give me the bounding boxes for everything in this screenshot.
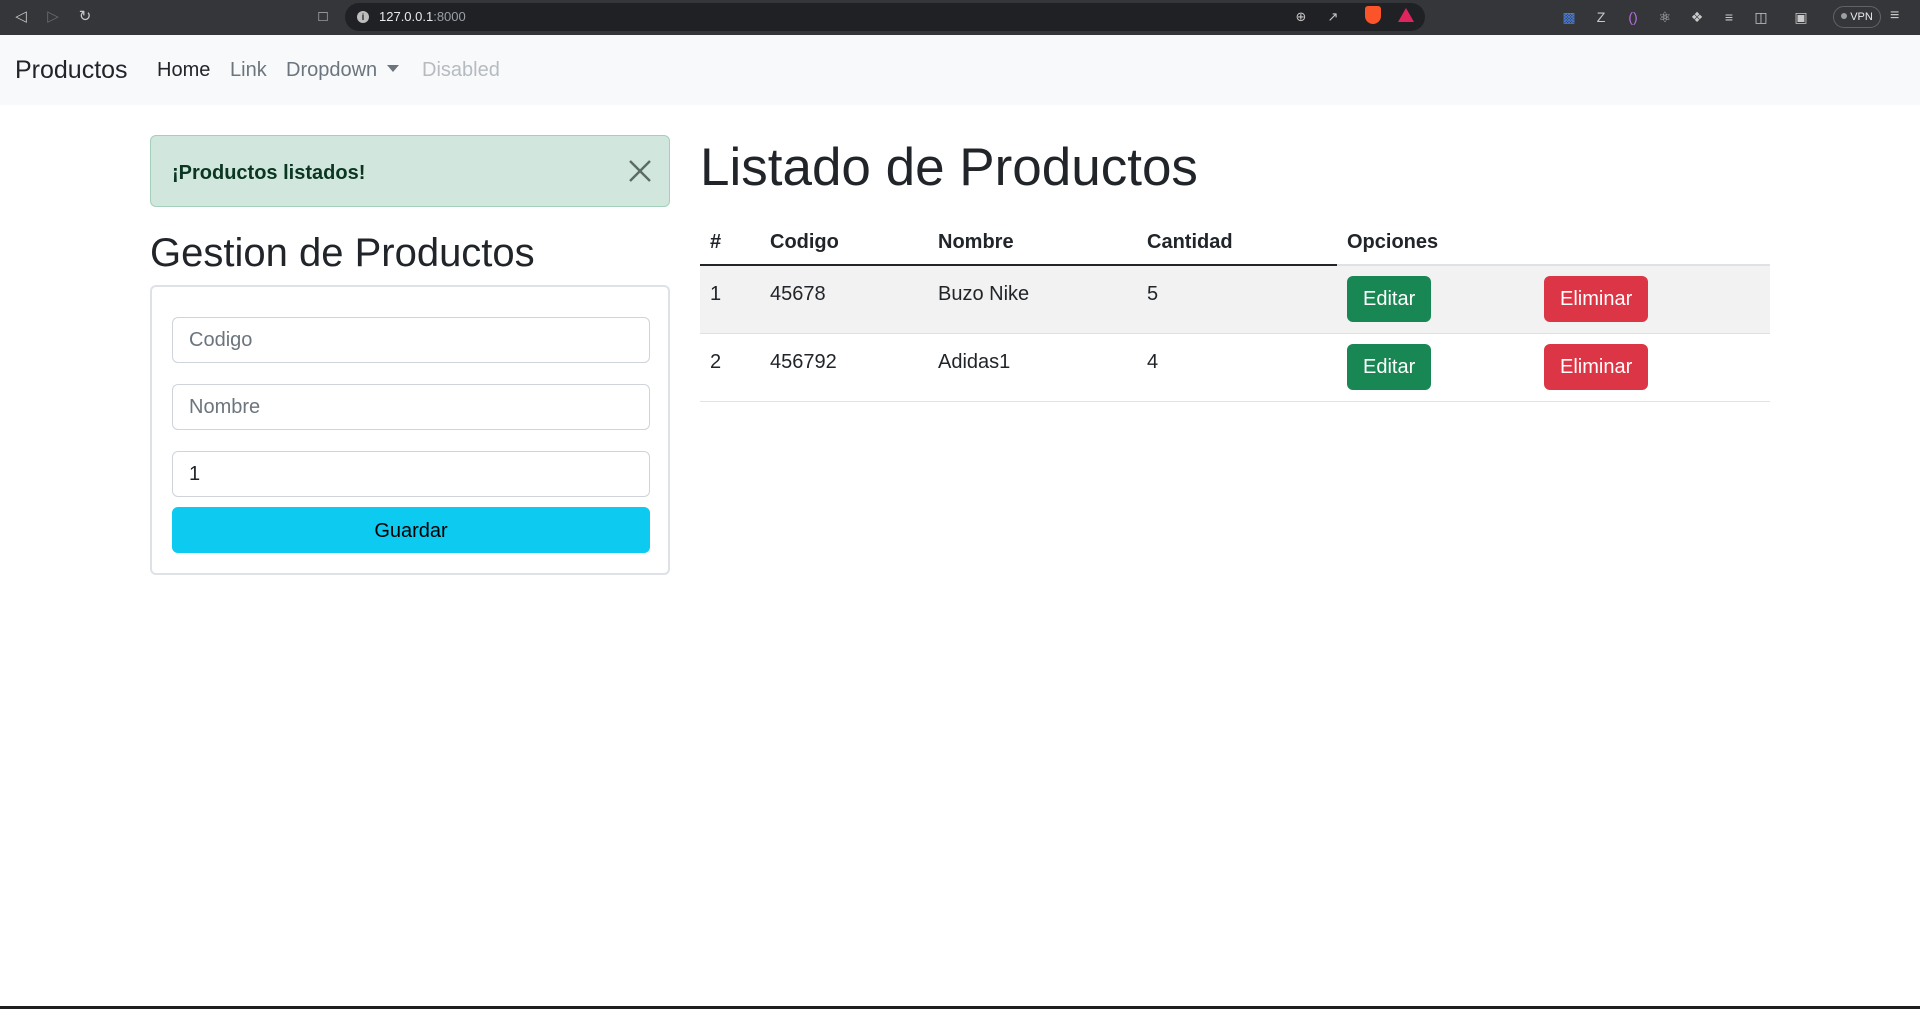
- navbar-brand[interactable]: Productos: [15, 55, 128, 85]
- browser-toolbar: ◁ ▷ ↻ □ i 127.0.0.1:8000 ⊕ ↗ ▩ Z () ⚛ ❖ …: [0, 0, 1920, 35]
- wallet-icon[interactable]: ▣: [1792, 8, 1810, 26]
- zotero-extension-icon[interactable]: Z: [1592, 8, 1610, 26]
- app-navbar: Productos Home Link Dropdown Disabled: [0, 35, 1920, 105]
- row-codigo: 45678: [770, 283, 826, 305]
- delete-button[interactable]: Eliminar: [1544, 343, 1649, 390]
- sidebar-toggle-icon[interactable]: ◫: [1752, 8, 1770, 26]
- alert-message: ¡Productos listados!: [172, 162, 366, 184]
- table-cell: 4: [1137, 333, 1337, 402]
- column-header-cantidad: Cantidad: [1137, 220, 1337, 266]
- table-cell: Editar: [1337, 333, 1534, 402]
- table-cell: 5: [1137, 265, 1337, 334]
- table-cell: Editar: [1337, 265, 1534, 334]
- bookmark-icon[interactable]: □: [314, 8, 332, 26]
- table-cell: Buzo Nike: [928, 265, 1137, 334]
- forward-icon[interactable]: ▷: [44, 8, 62, 26]
- cantidad-input[interactable]: [172, 451, 650, 497]
- codigo-input[interactable]: [172, 317, 650, 363]
- back-icon[interactable]: ◁: [12, 8, 30, 26]
- table-row: 2 456792 Adidas1 4 Editar Eliminar: [700, 333, 1770, 402]
- column-header-codigo: Codigo: [760, 220, 928, 266]
- column-header-opciones: Opciones: [1337, 220, 1534, 266]
- vpn-button[interactable]: VPN: [1833, 6, 1881, 28]
- table-cell: Adidas1: [928, 333, 1137, 402]
- brave-shields-icon[interactable]: [1365, 6, 1381, 24]
- close-icon: [629, 160, 651, 182]
- reading-list-icon[interactable]: ≡: [1720, 8, 1738, 26]
- nav-link-link[interactable]: Link: [230, 58, 267, 82]
- form-title: Gestion de Productos: [150, 231, 535, 275]
- row-nombre: Buzo Nike: [938, 283, 1030, 305]
- table-cell: Eliminar: [1534, 265, 1770, 334]
- table-header-row: # Codigo Nombre Cantidad Opciones: [700, 220, 1770, 266]
- alert-close-button[interactable]: [627, 158, 653, 184]
- nav-link-disabled: Disabled: [422, 59, 500, 81]
- column-header-nombre: Nombre: [928, 220, 1137, 266]
- brave-rewards-icon[interactable]: [1398, 8, 1414, 22]
- table-cell: 1: [700, 265, 760, 334]
- guardar-button[interactable]: Guardar: [172, 507, 650, 553]
- table-cell: 2: [700, 333, 760, 402]
- edit-button[interactable]: Editar: [1347, 343, 1432, 390]
- translate-extension-icon[interactable]: ▩: [1560, 8, 1578, 26]
- nav-dropdown-toggle[interactable]: Dropdown: [286, 58, 400, 82]
- product-form-card: Guardar: [150, 285, 670, 575]
- zoom-icon[interactable]: ⊕: [1293, 9, 1309, 25]
- brackets-extension-icon[interactable]: (): [1624, 8, 1642, 26]
- row-cantidad: 4: [1147, 350, 1159, 373]
- success-alert: ¡Productos listados!: [150, 135, 670, 207]
- address-bar[interactable]: i 127.0.0.1:8000 ⊕ ↗: [345, 3, 1425, 31]
- nav-dropdown-label: Dropdown: [286, 59, 378, 81]
- delete-button[interactable]: Eliminar: [1544, 276, 1649, 322]
- react-devtools-icon[interactable]: ⚛: [1656, 8, 1674, 26]
- url-text[interactable]: 127.0.0.1:8000: [379, 9, 466, 25]
- row-num: 2: [710, 350, 722, 373]
- browser-menu-icon[interactable]: ≡: [1890, 6, 1899, 26]
- reload-icon[interactable]: ↻: [76, 8, 94, 26]
- caret-down-icon: [387, 65, 400, 72]
- site-info-icon[interactable]: i: [357, 11, 369, 23]
- products-table: # Codigo Nombre Cantidad Opciones 1 4567…: [700, 220, 1770, 402]
- column-header-num: #: [700, 220, 760, 266]
- column-header-empty: [1534, 220, 1770, 266]
- share-icon[interactable]: ↗: [1325, 9, 1341, 25]
- edit-button[interactable]: Editar: [1347, 276, 1432, 322]
- table-cell: 456792: [760, 333, 928, 402]
- row-cantidad: 5: [1147, 283, 1159, 305]
- nombre-input[interactable]: [172, 384, 650, 430]
- table-cell: Eliminar: [1534, 333, 1770, 402]
- row-num: 1: [710, 283, 722, 305]
- listing-title: Listado de Productos: [700, 138, 1198, 197]
- table-row: 1 45678 Buzo Nike 5 Editar Eliminar: [700, 265, 1770, 334]
- row-codigo: 456792: [770, 350, 837, 373]
- table-cell: 45678: [760, 265, 928, 334]
- nav-link-home[interactable]: Home: [157, 58, 210, 82]
- extensions-puzzle-icon[interactable]: ❖: [1688, 8, 1706, 26]
- row-nombre: Adidas1: [938, 350, 1011, 373]
